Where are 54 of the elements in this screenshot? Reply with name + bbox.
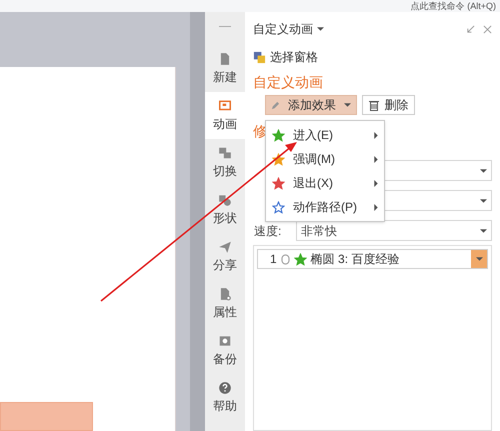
help-icon [218, 380, 232, 394]
document-search-icon [218, 286, 232, 300]
document-icon [218, 52, 232, 66]
shapes-icon [218, 192, 232, 206]
caret-icon [480, 228, 487, 232]
effect-number: 1 [270, 251, 277, 268]
add-effect-button[interactable]: 添加效果 [265, 95, 357, 115]
star-icon [272, 176, 285, 190]
side-tab[interactable]: 新建 [205, 45, 245, 92]
mouse-icon [280, 254, 290, 264]
side-tab[interactable]: 属性 [205, 280, 245, 327]
side-tab[interactable]: 分享 [205, 233, 245, 280]
submenu-arrow-icon [374, 180, 378, 186]
pencil-icon [271, 100, 280, 110]
star-icon [272, 200, 285, 214]
speed-label: 速度: [254, 222, 282, 240]
select-pane-link[interactable]: 选择窗格 [270, 48, 318, 66]
close-icon[interactable] [483, 24, 492, 34]
star-icon [272, 152, 285, 166]
side-tab[interactable]: 切换 [205, 139, 245, 186]
effect-dropdown-button[interactable] [471, 250, 487, 268]
delete-button[interactable]: 删除 [362, 95, 415, 115]
panes-icon [253, 50, 266, 64]
caret-icon [317, 27, 324, 31]
caret-icon [480, 198, 487, 202]
side-tab[interactable]: 备份 [205, 327, 245, 374]
menu-item[interactable]: 退出(X) [266, 171, 384, 195]
submenu-arrow-icon [374, 156, 378, 162]
trash-icon [368, 100, 379, 110]
photo-icon [218, 334, 232, 348]
menu-item[interactable]: 进入(E) [266, 123, 384, 147]
caret-icon [480, 168, 487, 172]
slide-icon [218, 98, 232, 112]
caret-icon [476, 257, 482, 261]
collapse-icon[interactable] [466, 24, 475, 34]
star-icon [272, 128, 285, 142]
menu-item[interactable]: 强调(M) [266, 147, 384, 171]
submenu-arrow-icon [374, 132, 378, 138]
slides-icon [218, 146, 232, 160]
section-heading: 修 [253, 122, 267, 141]
section-heading: 自定义动画 [253, 73, 323, 92]
panel-title[interactable]: 自定义动画 [253, 20, 313, 38]
submenu-arrow-icon [374, 204, 378, 210]
effect-name: 椭圆 3: 百度经验 [310, 251, 400, 268]
caret-icon [344, 103, 351, 107]
side-tab[interactable]: 形状 [205, 186, 245, 233]
side-tab[interactable]: 帮助 [205, 374, 245, 421]
command-search-field[interactable]: 点此查找命令 (Alt+Q) [410, 1, 496, 12]
dropdown-field[interactable]: 非常快 [296, 220, 492, 241]
menu-item[interactable]: 动作路径(P) [266, 195, 384, 219]
star-icon [294, 252, 307, 266]
paper-plane-icon [218, 240, 232, 254]
effect-item[interactable]: 1 椭圆 3: 百度经验 [257, 249, 488, 269]
side-tab[interactable]: 动画 [205, 92, 245, 139]
